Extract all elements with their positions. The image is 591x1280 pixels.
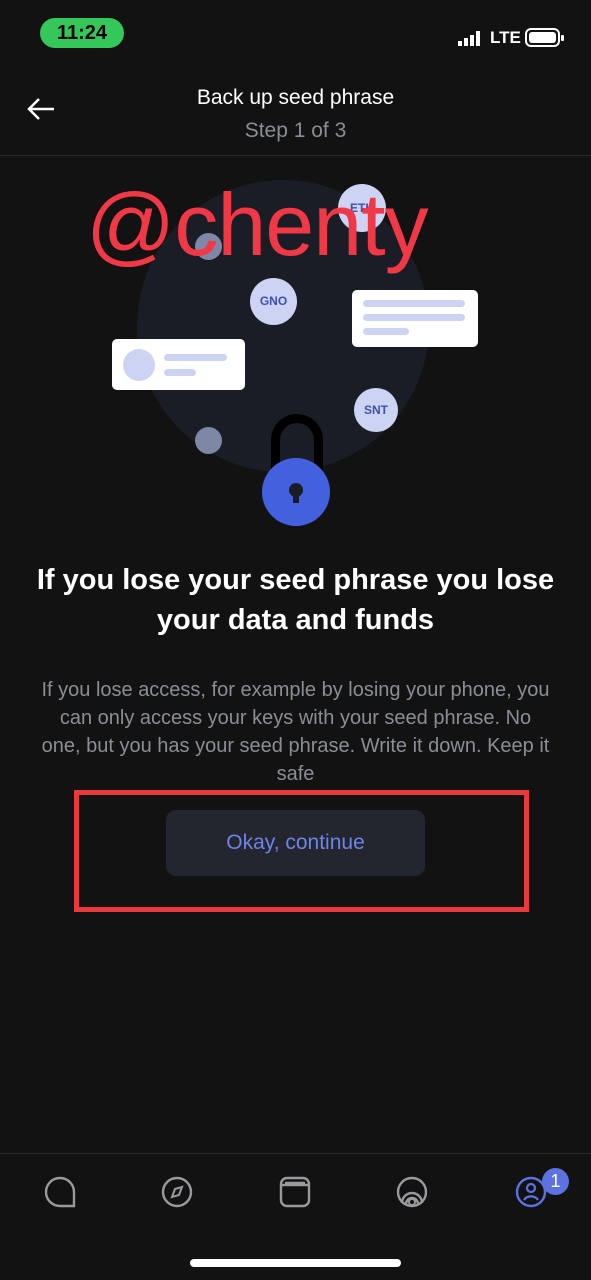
chat-icon[interactable] [40, 1172, 80, 1212]
signal-icon [458, 31, 480, 46]
card-right [352, 290, 478, 347]
network-label: LTE [490, 28, 521, 47]
warning-body: If you lose access, for example by losin… [41, 679, 550, 785]
compass-icon[interactable] [157, 1172, 197, 1212]
illustration: ETH GNO SNT @chenty [0, 160, 591, 540]
step-indicator: Step 1 of 3 [244, 119, 347, 142]
dot [195, 427, 222, 454]
card-left [112, 339, 245, 390]
status-time: 11:24 [40, 18, 124, 48]
status-icon[interactable] [392, 1172, 432, 1212]
page-title: Back up seed phrase [196, 86, 395, 109]
wallet-icon[interactable] [275, 1172, 315, 1212]
battery-icon [525, 28, 564, 47]
watermark: @chenty [86, 175, 429, 274]
home-indicator [190, 1259, 401, 1267]
warning-heading: If you lose your seed phrase you lose yo… [36, 564, 555, 636]
tab-bar-divider [0, 1153, 591, 1154]
lock-icon [262, 458, 330, 526]
continue-button[interactable]: Okay, continue [166, 810, 425, 876]
notification-badge: 1 [542, 1168, 569, 1195]
coin-snt: SNT [354, 388, 398, 432]
coin-gno: GNO [250, 278, 297, 325]
header-divider [0, 155, 591, 156]
